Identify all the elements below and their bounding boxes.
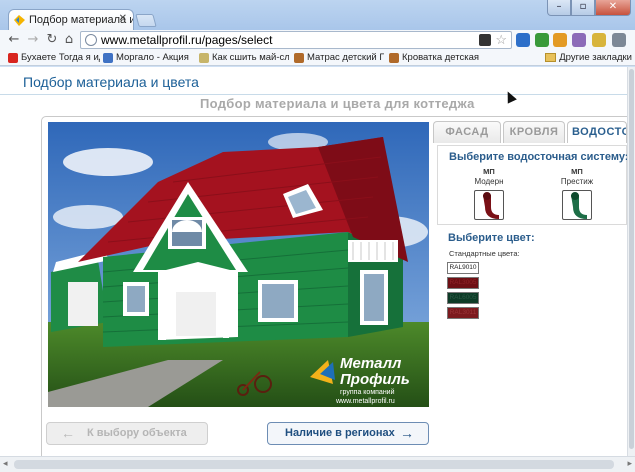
bookmark-item[interactable]: Матрас детский Пл...	[294, 52, 384, 63]
standard-colors-label: Стандартные цвета:	[449, 249, 520, 258]
gutter-option-code: МП	[483, 167, 495, 176]
gutter-option-prestige[interactable]: МП Престиж	[555, 167, 599, 220]
bookmark-favicon	[389, 53, 399, 63]
gutter-system-panel: Выберите водосточная систему: МП Модерн …	[437, 145, 627, 225]
arrow-left-icon: ←	[61, 425, 75, 441]
gutter-prestige-icon[interactable]	[562, 190, 592, 220]
header-divider	[0, 94, 627, 95]
extension-green-icon[interactable]	[535, 33, 549, 47]
back-arrow-icon[interactable]: ←	[6, 32, 22, 48]
page-viewport: Подбор материала и цвета Подбор материал…	[0, 67, 627, 456]
bookmark-favicon	[294, 53, 304, 63]
availability-in-regions-button[interactable]: Наличие в регионах →	[267, 422, 429, 445]
tab-gutter[interactable]: ВОДОСТОК	[567, 121, 627, 143]
back-button-label: К выбору объекта	[87, 427, 187, 439]
bookmark-item[interactable]: Как сшить май-сли...	[199, 52, 289, 63]
back-to-object-button[interactable]: ← К выбору объекта	[46, 422, 208, 445]
logo-brand-line1: Металл	[340, 355, 402, 372]
bookmark-favicon	[199, 53, 209, 63]
logo-tagline: группа компаний	[340, 388, 395, 396]
browser-toolbar: ← → ↻ ⌂ www.metallprofil.ru/pages/select…	[0, 30, 635, 50]
color-swatch-ral9010[interactable]: RAL9010	[447, 262, 479, 274]
page-subtitle: Подбор материала и цвета для коттеджа	[200, 96, 475, 111]
extension-translate-icon[interactable]	[516, 33, 530, 47]
tab-roof[interactable]: КРОВЛЯ	[503, 121, 565, 143]
home-icon[interactable]: ⌂	[61, 32, 77, 48]
extension-yellow-icon[interactable]	[592, 33, 606, 47]
horizontal-scrollbar[interactable]: ◂ ▸	[0, 456, 635, 472]
color-swatch-ral6005[interactable]: RAL6005	[447, 292, 479, 304]
house-preview-image: Металл Профиль группа компаний www.metal…	[48, 122, 429, 407]
gutter-modern-icon[interactable]	[474, 190, 504, 220]
forward-arrow-icon[interactable]: →	[25, 32, 41, 48]
gutter-panel-title: Выберите водосточная систему:	[449, 151, 627, 163]
color-swatch-ral3005[interactable]: RAL3005	[447, 277, 479, 289]
logo-site: www.metallprofil.ru	[335, 398, 395, 405]
page-header: Подбор материала и цвета	[0, 67, 627, 93]
reload-icon[interactable]: ↻	[44, 32, 60, 48]
house-illustration: Металл Профиль группа компаний www.metal…	[48, 122, 429, 407]
page-action-icon[interactable]	[479, 34, 491, 46]
gutter-option-code: МП	[571, 167, 583, 176]
arrow-right-icon: →	[400, 425, 414, 441]
logo-brand-line2: Профиль	[340, 371, 410, 388]
vertical-scrollbar[interactable]	[627, 67, 635, 456]
category-tabs: ФАСАД КРОВЛЯ ВОДОСТОК	[433, 121, 627, 143]
tab-close-icon[interactable]: ✕	[119, 13, 127, 24]
other-bookmarks[interactable]: Другие закладки	[545, 52, 632, 63]
gutter-option-modern[interactable]: МП Модерн	[467, 167, 511, 220]
page-info-icon[interactable]	[85, 34, 97, 46]
address-bar[interactable]: www.metallprofil.ru/pages/select ☆	[80, 31, 512, 49]
extension-orange-icon[interactable]	[553, 33, 567, 47]
maximize-button[interactable]: ▫	[571, 0, 595, 16]
folder-icon	[545, 53, 557, 62]
window-controls: – ▫ ✕	[547, 0, 631, 16]
gutter-option-name: Модерн	[474, 177, 504, 186]
browser-titlebar: Подбор материала и цвет ✕ – ▫ ✕	[0, 0, 635, 30]
bookmark-item[interactable]: Моргало - Акция п...	[103, 52, 191, 63]
bookmarks-bar: Бухаете Тогда я ид... Моргало - Акция п.…	[0, 50, 635, 66]
bookmark-item[interactable]: Бухаете Тогда я ид...	[8, 52, 100, 63]
gutter-option-name: Престиж	[560, 177, 594, 186]
browser-tab[interactable]: Подбор материала и цвет ✕	[8, 9, 134, 30]
close-window-button[interactable]: ✕	[595, 0, 631, 16]
site-favicon	[14, 15, 25, 26]
wrench-menu-icon[interactable]	[612, 33, 626, 47]
youtube-icon	[8, 53, 18, 63]
address-text: www.metallprofil.ru/pages/select	[101, 33, 273, 47]
color-swatch-ral3011[interactable]: RAL3011	[447, 307, 479, 319]
color-panel-title: Выберите цвет:	[448, 232, 535, 244]
tab-facade[interactable]: ФАСАД	[433, 121, 501, 143]
minimize-button[interactable]: –	[547, 0, 571, 16]
bookmark-item[interactable]: Кроватка детская КІ...	[389, 52, 481, 63]
scroll-right-icon[interactable]: ▸	[627, 459, 632, 469]
bookmark-favicon	[103, 53, 113, 63]
page-title: Подбор материала и цвета	[23, 74, 199, 90]
next-button-label: Наличие в регионах	[285, 427, 395, 439]
bookmark-star-icon[interactable]: ☆	[495, 32, 507, 48]
horizontal-scroll-thumb[interactable]	[14, 460, 614, 469]
extension-purple-icon[interactable]	[572, 33, 586, 47]
vertical-scroll-thumb[interactable]	[629, 69, 634, 449]
scroll-left-icon[interactable]: ◂	[3, 459, 8, 469]
new-tab-button[interactable]	[135, 14, 157, 27]
